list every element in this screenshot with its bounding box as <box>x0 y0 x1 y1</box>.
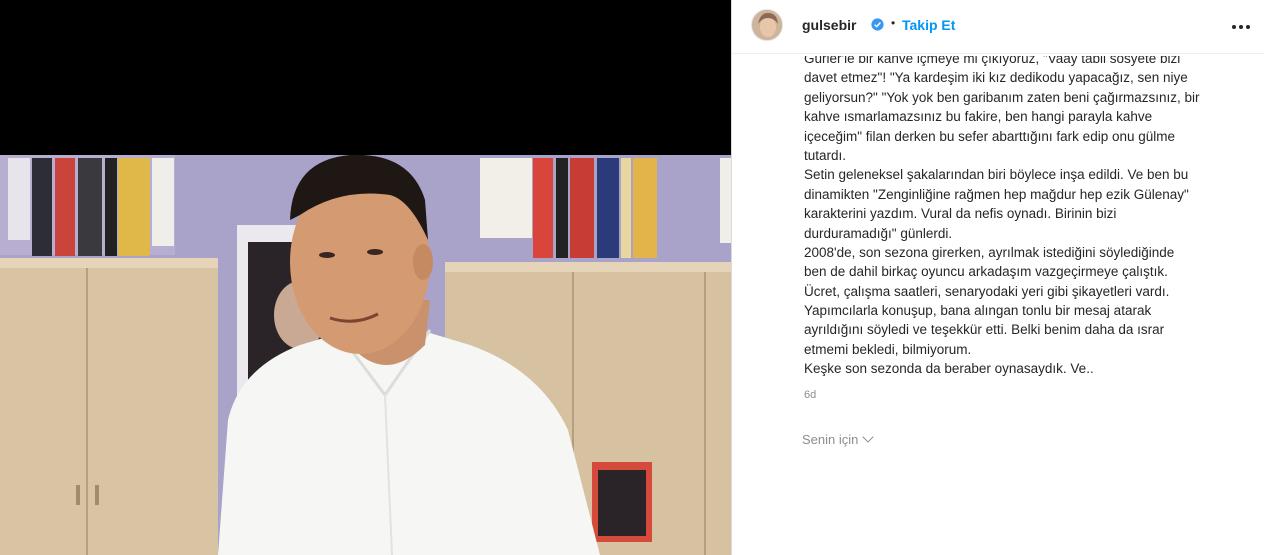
avatar[interactable] <box>751 9 783 41</box>
verified-badge-icon <box>871 18 884 31</box>
for-you-dropdown[interactable]: Senin için <box>802 431 875 447</box>
separator-dot: • <box>891 16 896 30</box>
caption-line: ayrıldığını söyledi ve teşekkür etti. Be… <box>804 322 1165 338</box>
caption-line: Gürler'le bir kahve içmeye mi çıkıyoruz,… <box>804 56 1181 66</box>
more-options-icon[interactable] <box>1230 16 1254 34</box>
caption-line: karakterini yazdım. Vural da nefis oynad… <box>804 206 1117 222</box>
follow-button[interactable]: Takip Et <box>902 17 955 33</box>
caption-line: davet etmez"! "Ya kardeşim iki kız dedik… <box>804 70 1188 86</box>
caption-line: geliyorsun?" "Yok yok ben garibanım zate… <box>804 89 1200 105</box>
username[interactable]: gulsebir <box>802 17 856 33</box>
caption-line: içeceğim" filan derken bu sefer abarttığ… <box>804 128 1175 144</box>
caption-line: Ücret, çalışma saatleri, senaryodaki yer… <box>804 283 1170 299</box>
for-you-label: Senin için <box>802 432 859 447</box>
caption-line: ben de dahil birkaç oyuncu arkadaşım vaz… <box>804 264 1168 280</box>
post-photo[interactable] <box>0 0 731 555</box>
chevron-down-icon <box>862 431 875 443</box>
avatar-image <box>752 10 782 40</box>
post-timestamp[interactable]: 6d <box>804 389 816 401</box>
caption-line: tutardı. <box>804 147 847 163</box>
post-caption: Gürler'le bir kahve içmeye mi çıkıyoruz,… <box>804 56 1244 386</box>
caption-line: Yapımcılarla konuşup, bana alıngan tonlu… <box>804 303 1152 319</box>
photo-illustration <box>0 0 731 555</box>
caption-line: kahve ısmarlamazsınız bu fakire, ben han… <box>804 109 1153 125</box>
caption-line: durduramadığı" günlerdi. <box>804 225 953 241</box>
caption-line: etmemi bekledi, bilmiyorum. <box>804 341 972 357</box>
caption-line: Keşke son sezonda da beraber oynasaydık.… <box>804 361 1094 377</box>
caption-line: 2008'de, son sezona girerken, ayrılmak i… <box>804 244 1175 260</box>
caption-line: Setin geleneksel şakalarından biri böyle… <box>804 167 1189 183</box>
post-sidebar: gulsebir • Takip Et Gürler'le bir kahve … <box>731 0 1264 555</box>
post-header: gulsebir • Takip Et <box>732 0 1264 54</box>
caption-line: dinamikten "Zenginliğine rağmen hep mağd… <box>804 186 1189 202</box>
